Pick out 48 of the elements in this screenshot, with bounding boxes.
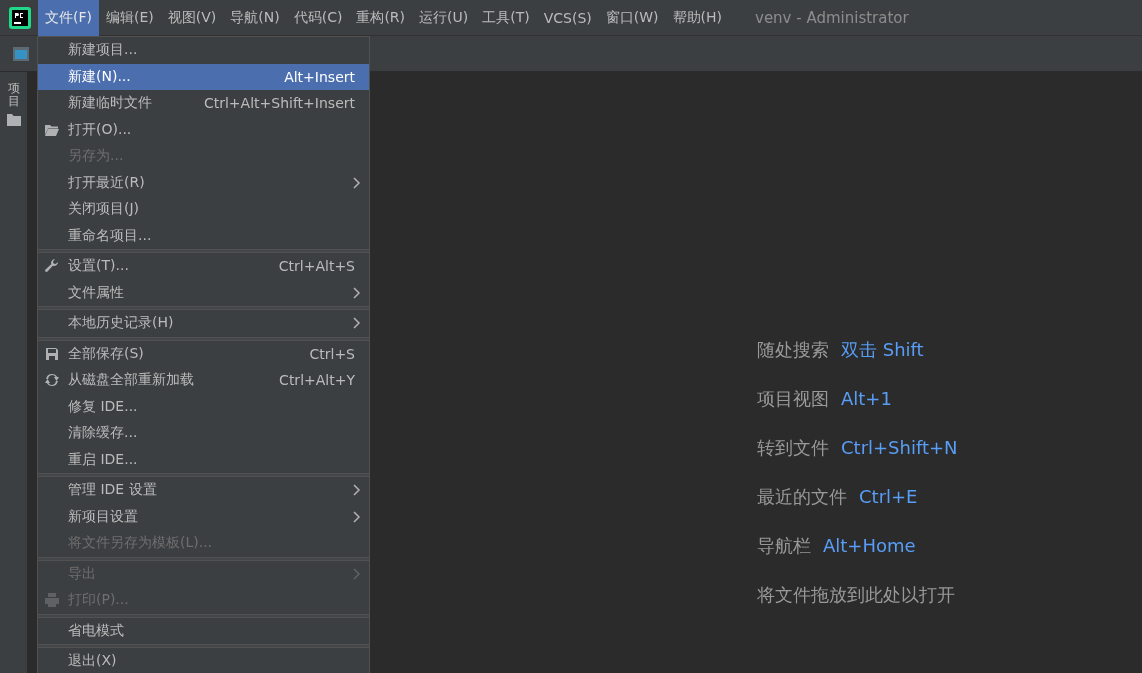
hint-label: 将文件拖放到此处以打开 (757, 583, 955, 607)
menu-bar-item[interactable]: 视图(V) (160, 0, 224, 36)
project-tab[interactable]: 项目 (7, 82, 20, 109)
menu-bar-item[interactable]: 文件(F) (38, 0, 99, 36)
hint-shortcut: Ctrl+E (859, 485, 918, 509)
menu-item[interactable]: 从磁盘全部重新加载 Ctrl+Alt+Y (38, 367, 369, 394)
hint-label: 转到文件 (757, 436, 829, 460)
menu-item[interactable]: 打开(O)... (38, 116, 369, 143)
hint-shortcut: Ctrl+Shift+N (841, 436, 958, 460)
refresh-icon (44, 372, 60, 388)
menu-item[interactable]: 新建(N)... Alt+Insert (38, 63, 369, 90)
wrench-icon (44, 258, 60, 274)
menu-bar-item[interactable]: 窗口(W) (598, 0, 666, 36)
folder-icon[interactable] (6, 114, 21, 127)
hint-shortcut: Alt+1 (841, 387, 892, 411)
hint-label: 导航栏 (757, 534, 811, 558)
menu-item[interactable]: 全部保存(S) Ctrl+S (38, 340, 369, 367)
menu-item[interactable]: 修复 IDE... (38, 393, 369, 420)
menu-bar-item[interactable]: 代码(C) (286, 0, 350, 36)
menu-item[interactable]: 重命名项目... (38, 222, 369, 249)
menu-item[interactable]: 重启 IDE... (38, 446, 369, 473)
printer-icon (44, 592, 60, 608)
hint-label: 项目视图 (757, 387, 829, 411)
menu-bar-item[interactable]: 帮助(H) (665, 0, 729, 36)
app-logo-icon (9, 6, 31, 29)
menu-item[interactable]: 管理 IDE 设置 (38, 477, 369, 504)
menu-bar-item[interactable]: VCS(S) (536, 0, 599, 36)
menu-item[interactable]: 退出(X) (38, 648, 369, 673)
window-icon[interactable] (12, 45, 30, 62)
menu-bar-item[interactable]: 编辑(E) (99, 0, 161, 36)
menu-item[interactable]: 新项目设置 (38, 503, 369, 530)
menu-item[interactable]: 关闭项目(J) (38, 196, 369, 223)
menu-item[interactable]: 打开最近(R) (38, 169, 369, 196)
hint-shortcut: Alt+Home (823, 534, 916, 558)
menu-item[interactable]: 设置(T)... Ctrl+Alt+S (38, 253, 369, 280)
window-title: venv - Administrator (755, 8, 909, 27)
menu-bar-item[interactable]: 导航(N) (223, 0, 287, 36)
menu-item[interactable]: 省电模式 (38, 617, 369, 644)
hint-label: 随处搜索 (757, 338, 829, 362)
menu-item[interactable]: 本地历史记录(H) (38, 310, 369, 337)
hint-label: 最近的文件 (757, 485, 847, 509)
menu-item[interactable]: 清除缓存... (38, 420, 369, 447)
menu-item[interactable]: 新建临时文件 Ctrl+Alt+Shift+Insert (38, 90, 369, 117)
menu-item[interactable]: 文件属性 (38, 279, 369, 306)
hint-shortcut: 双击 Shift (841, 338, 924, 362)
menu-bar-item[interactable]: 重构(R) (349, 0, 413, 36)
menu-bar-item[interactable]: 工具(T) (475, 0, 537, 36)
menu-bar-item[interactable]: 运行(U) (412, 0, 476, 36)
